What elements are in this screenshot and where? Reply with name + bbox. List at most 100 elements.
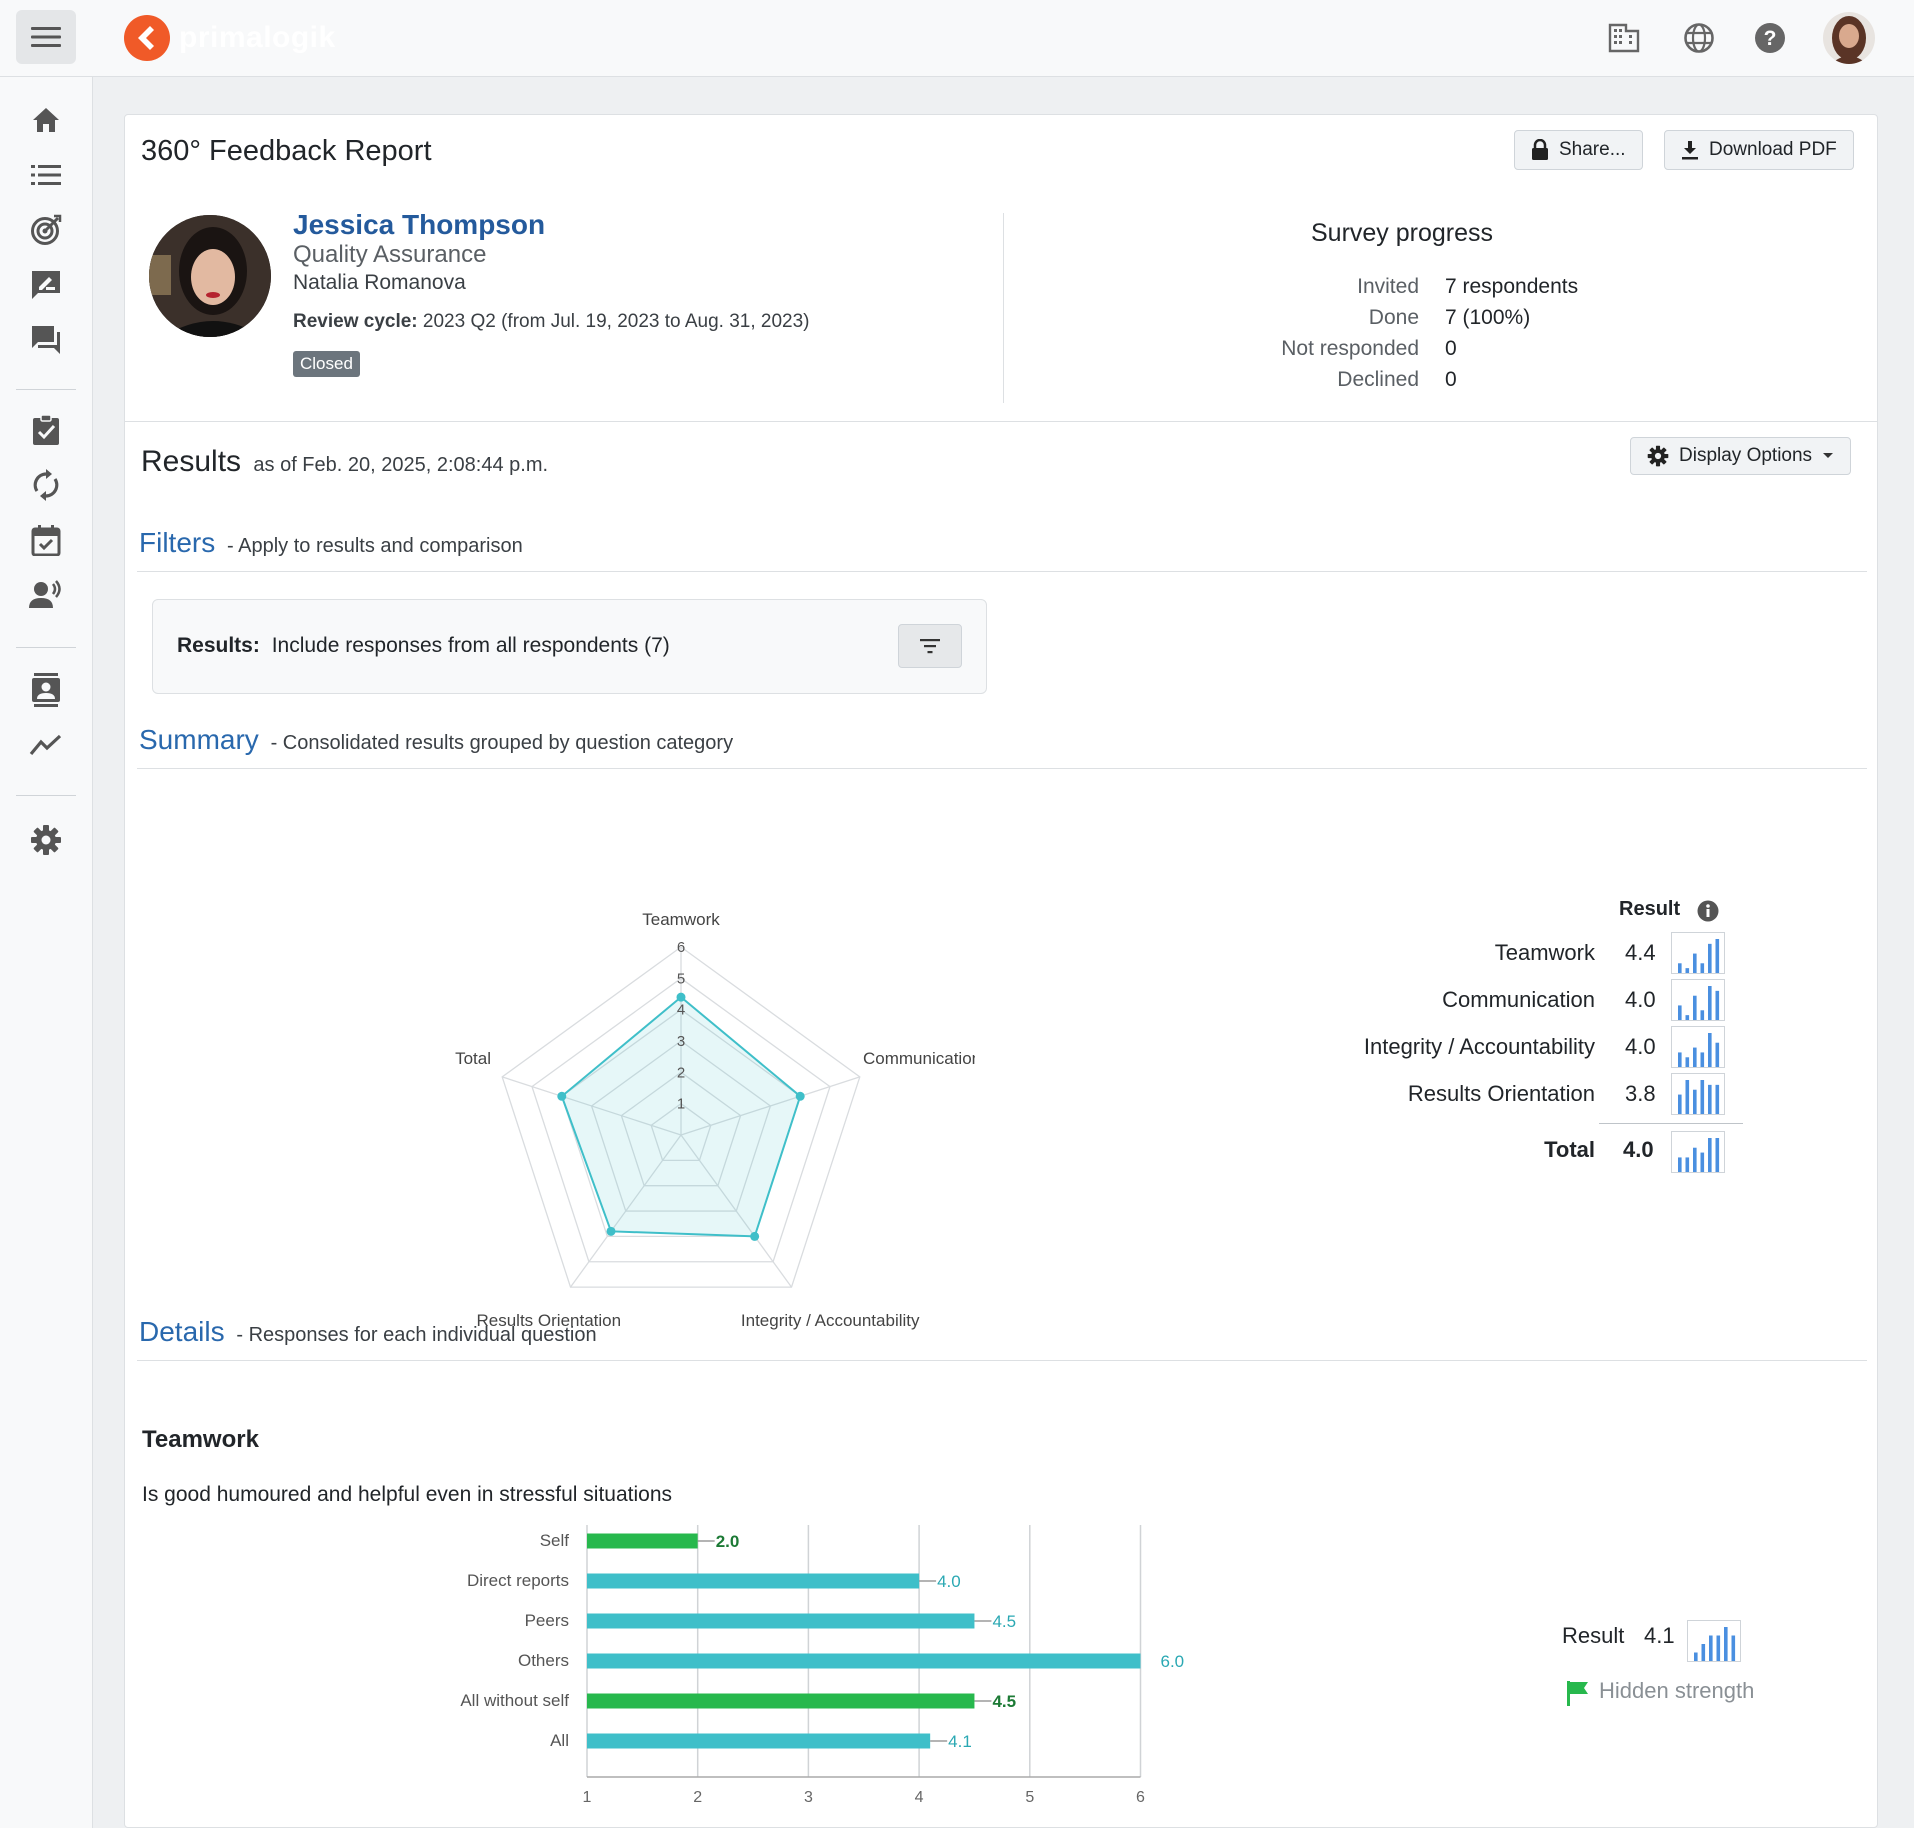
lock-icon: [1532, 139, 1548, 160]
question-result-label: Result: [1562, 1623, 1625, 1648]
sidebar-item-settings[interactable]: [28, 822, 64, 858]
radar-point: [795, 1091, 805, 1101]
home-icon: [33, 108, 59, 132]
sparkline-bar: [1685, 1057, 1690, 1067]
summary-category-value: 4.0: [1625, 987, 1656, 1012]
summary-result-header: Result: [1619, 898, 1680, 921]
user-avatar[interactable]: [1823, 12, 1875, 64]
chat-icon: [32, 326, 60, 354]
sparkline-bar: [1693, 1047, 1697, 1067]
sparkline-bar: [1715, 1084, 1720, 1114]
help-button[interactable]: ?: [1752, 20, 1788, 56]
radar-category-label: Integrity / Accountability: [741, 1311, 920, 1330]
sparkline-bar: [1700, 1080, 1705, 1114]
sparkline-bar: [1715, 990, 1720, 1020]
share-button-label: Share...: [1559, 139, 1626, 160]
employee-photo-image: [149, 215, 271, 337]
summary-category-value: 4.0: [1625, 1034, 1656, 1059]
question-text: Is good humoured and helpful even in str…: [142, 1483, 672, 1506]
sparkline-bar: [1685, 1080, 1690, 1114]
employee-photo: [149, 215, 271, 337]
summary-subtitle: - Consolidated results grouped by questi…: [270, 732, 734, 754]
logo-text: primalogik: [179, 21, 336, 54]
survey-progress-title: Survey progress: [1311, 219, 1494, 247]
radar-tick-label: 5: [677, 970, 685, 987]
sparkline-bar: [1715, 1042, 1720, 1067]
language-button[interactable]: [1681, 20, 1717, 56]
app-logo[interactable]: primalogik: [123, 14, 336, 62]
radar-tick-label: 3: [677, 1033, 685, 1050]
bar-value-label: 2.0: [716, 1532, 740, 1551]
progress-label: Not responded: [1281, 337, 1419, 360]
progress-label: Declined: [1337, 368, 1419, 391]
organization-button[interactable]: [1606, 20, 1642, 56]
bar: [587, 1733, 931, 1749]
filter-value: Include responses from all respondents (…: [271, 634, 670, 657]
sidebar-item-home[interactable]: [28, 102, 64, 138]
sidebar-item-reviews[interactable]: [28, 267, 64, 303]
record-voice-icon: [29, 580, 61, 608]
sidebar-item-one-on-one[interactable]: [28, 577, 64, 613]
flag-icon: [1567, 1681, 1588, 1706]
section-divider: [137, 768, 1867, 769]
summary-total-value: 4.0: [1623, 1137, 1654, 1162]
sparkline-svg: [1678, 986, 1720, 1020]
sparkline-bar: [1700, 1052, 1705, 1067]
logo-icon: [124, 15, 170, 61]
sparkline-svg: [1678, 1138, 1720, 1172]
bar: [587, 1573, 920, 1589]
sparkline-bar: [1708, 1033, 1712, 1067]
progress-value: 7 (100%): [1445, 306, 1531, 329]
sidebar-item-list[interactable]: [28, 157, 64, 193]
summary-category-value: 3.8: [1625, 1081, 1656, 1106]
distribution-sparkline: [1671, 1131, 1725, 1173]
target-icon: [31, 214, 62, 245]
bar-x-tick-label: 2: [693, 1789, 702, 1806]
section-divider: [137, 1360, 1867, 1361]
radar-category-label: Teamwork: [642, 910, 720, 929]
sparkline-bar: [1708, 1138, 1712, 1172]
share-button[interactable]: Share...: [1514, 130, 1643, 170]
list-icon: [31, 165, 61, 185]
download-pdf-button[interactable]: Download PDF: [1664, 130, 1854, 170]
sidebar-item-cycles[interactable]: [28, 467, 64, 503]
download-pdf-label: Download PDF: [1709, 139, 1837, 160]
bar-x-tick-label: 5: [1025, 1789, 1034, 1806]
sidebar-item-directory[interactable]: [28, 672, 64, 708]
results-title: Results as of Feb. 20, 2025, 2:08:44 p.m…: [141, 445, 548, 479]
radar-tick-label: 1: [677, 1096, 685, 1113]
radar-tick-label: 4: [677, 1002, 685, 1019]
sidebar-item-analytics[interactable]: [28, 727, 64, 763]
summary-category-label: Integrity / Accountability: [1363, 1034, 1595, 1059]
sidebar-item-goals[interactable]: [28, 212, 64, 248]
sparkline-bar: [1685, 968, 1690, 973]
sparkline-bar: [1693, 1089, 1697, 1114]
sidebar-item-tasks[interactable]: [28, 412, 64, 448]
sidebar-item-calendar[interactable]: [28, 522, 64, 558]
building-icon: [1608, 23, 1640, 53]
download-icon: [1682, 141, 1698, 160]
sparkline-bar: [1715, 939, 1720, 973]
details-subtitle: - Responses for each individual question: [236, 1324, 597, 1346]
review-cycle-label: Review cycle:: [293, 311, 418, 332]
radar-chart: 1 2 3 4 5 6 Teamwork Communication Integrity / A…: [455, 910, 975, 1330]
sparkline-bar: [1700, 1010, 1705, 1020]
sidebar-item-feedback[interactable]: [28, 322, 64, 358]
display-options-button[interactable]: Display Options: [1630, 437, 1852, 475]
info-icon[interactable]: [1697, 900, 1719, 922]
employee-department: Quality Assurance: [293, 241, 487, 268]
edit-filter-button[interactable]: [898, 624, 962, 668]
sparkline-bar: [1685, 1157, 1690, 1172]
summary-total-label: Total: [1544, 1137, 1595, 1162]
menu-toggle-button[interactable]: [16, 10, 76, 64]
result-header-text: Result: [1619, 898, 1681, 920]
employee-name[interactable]: Jessica Thompson: [293, 209, 545, 241]
total-divider: [1599, 1123, 1743, 1124]
radar-tick-label: 6: [677, 939, 685, 956]
summary-category-label: Communication: [1442, 987, 1595, 1012]
distribution-sparkline: [1671, 932, 1725, 974]
bar: [587, 1613, 975, 1629]
gear-icon: [31, 825, 61, 855]
sparkline-bar: [1708, 986, 1712, 1020]
sparkline-bar: [1708, 1084, 1712, 1114]
